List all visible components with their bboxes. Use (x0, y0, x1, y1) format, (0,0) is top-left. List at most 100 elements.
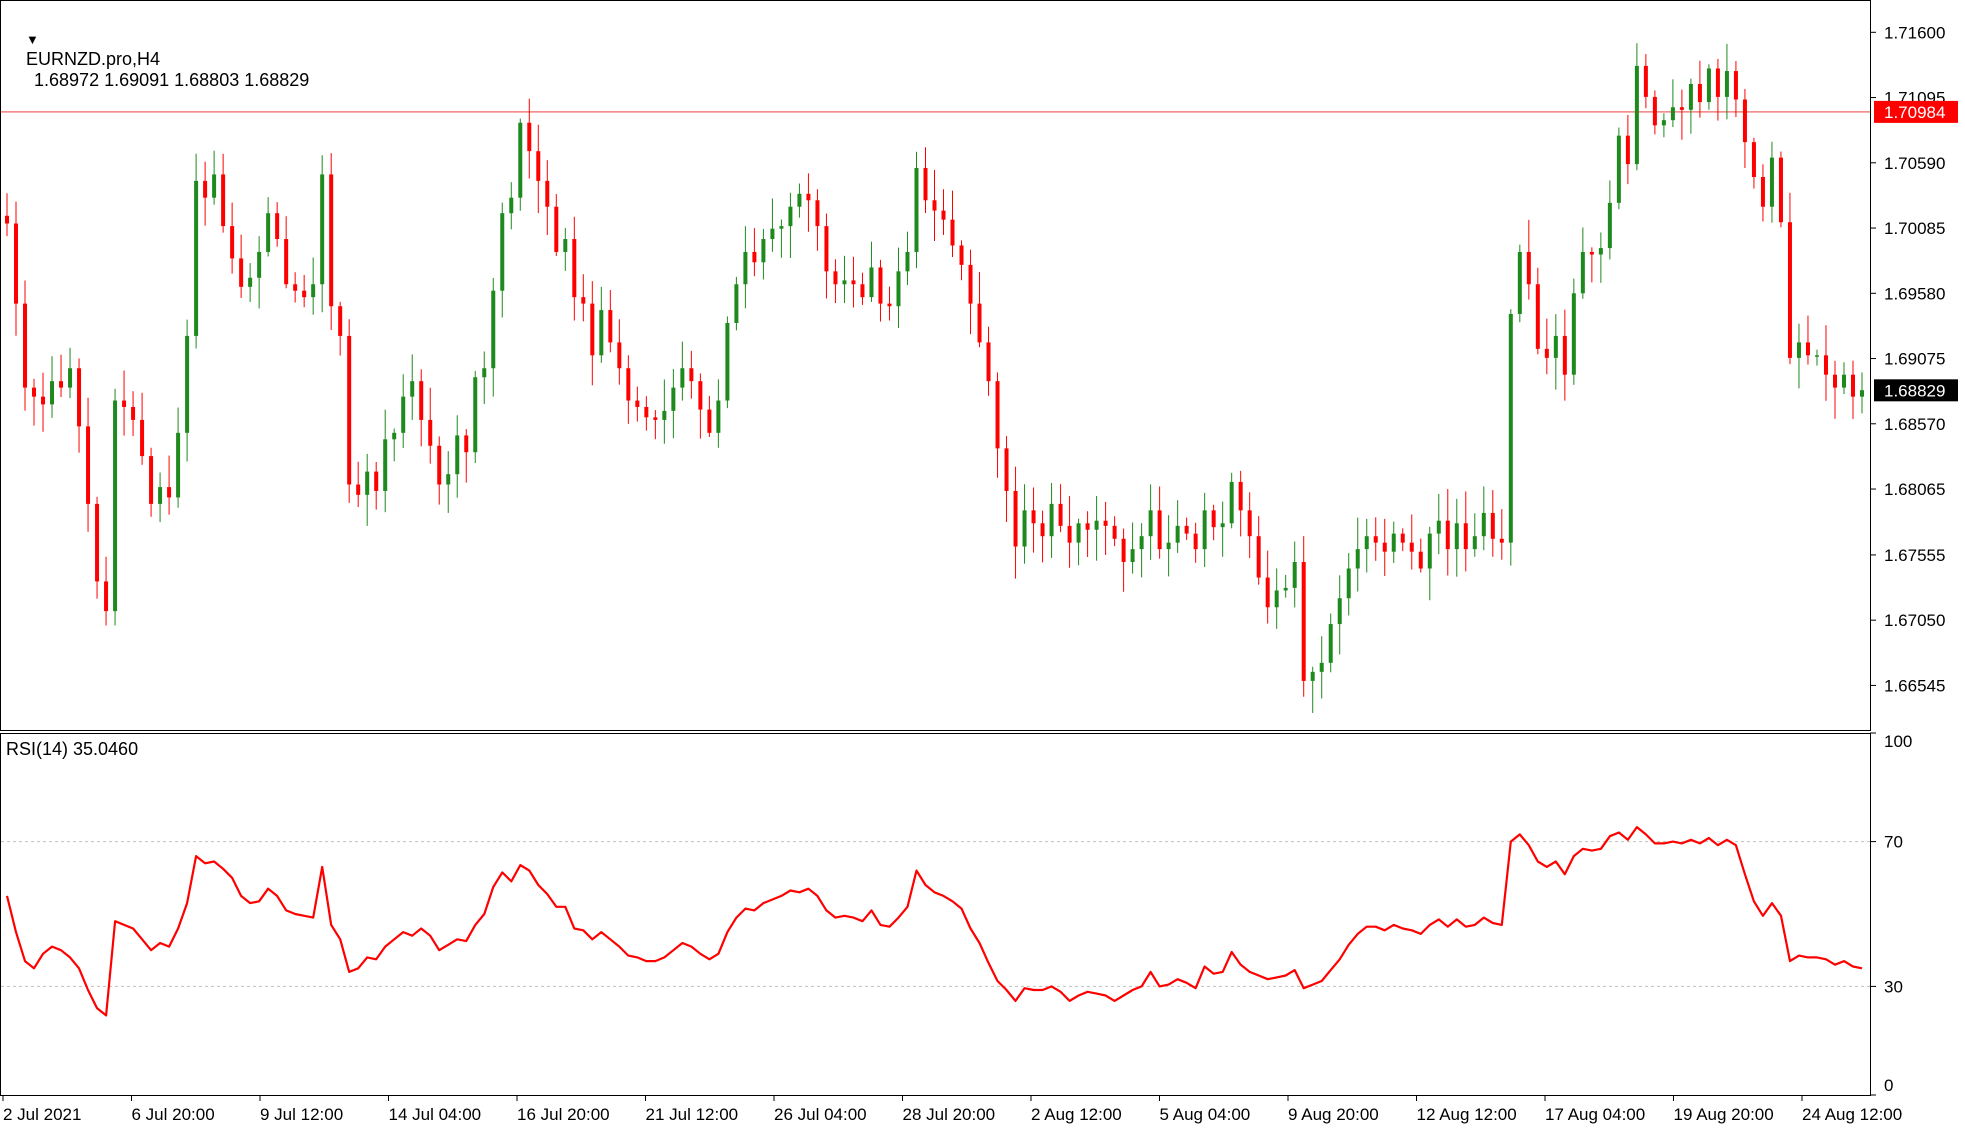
bull-candle (1607, 202, 1612, 249)
time-tick-label: 24 Aug 12:00 (1802, 1105, 1902, 1124)
bull-candle (113, 400, 118, 612)
bear-candle (950, 219, 955, 246)
bear-candle (1832, 374, 1837, 388)
bear-candle (815, 200, 820, 227)
bear-candle (41, 396, 46, 405)
bear-candle (653, 417, 658, 420)
bear-candle (878, 267, 883, 304)
bear-candle (617, 342, 622, 369)
symbol-label: EURNZD.pro,H4 (26, 49, 161, 69)
bull-candle (1706, 68, 1711, 103)
rsi-panel-frame (0, 733, 1871, 1096)
bear-candle (1463, 523, 1468, 550)
bear-candle (1193, 533, 1198, 550)
bull-candle (1553, 335, 1558, 358)
rsi-tick-label: 100 (1884, 732, 1912, 751)
bull-candle (563, 239, 568, 252)
bear-candle (293, 284, 298, 291)
bear-candle (1787, 222, 1792, 358)
bull-candle (185, 335, 190, 433)
price-tick-label: 1.70590 (1884, 154, 1945, 173)
bear-candle (527, 122, 532, 152)
bear-candle (1589, 251, 1594, 255)
bear-candle (968, 264, 973, 304)
bull-candle (671, 387, 676, 411)
bear-candle (14, 223, 19, 304)
bear-candle (122, 400, 127, 407)
bull-candle (797, 193, 802, 207)
bull-candle (1688, 83, 1693, 110)
bull-candle (1724, 71, 1729, 97)
bull-candle (1148, 510, 1153, 537)
bear-candle (932, 200, 937, 211)
bull-candle (770, 228, 775, 240)
time-tick-label: 9 Aug 20:00 (1288, 1105, 1379, 1124)
bull-candle (599, 310, 604, 356)
bear-candle (1409, 542, 1414, 552)
bear-candle (338, 306, 343, 336)
bear-candle (428, 419, 433, 446)
bull-candle (1860, 390, 1864, 397)
bear-candle (77, 368, 82, 427)
bull-candle (1517, 251, 1522, 314)
chart-canvas[interactable]: 1.716001.710951.705901.700851.695801.690… (0, 0, 1965, 1124)
bull-candle (1166, 542, 1171, 550)
bear-candle (284, 239, 289, 285)
bull-candle (365, 471, 370, 495)
bear-candle (806, 193, 811, 201)
rsi-axis: 100 70 30 0 (1870, 732, 1912, 1096)
bear-candle (464, 435, 469, 453)
bull-candle (212, 174, 217, 198)
price-tick-label: 1.68570 (1884, 415, 1945, 434)
bull-candle (509, 197, 514, 214)
level-price-tag-label: 1.70984 (1884, 103, 1945, 122)
bull-candle (1355, 549, 1360, 569)
bear-candle (1733, 71, 1738, 100)
bull-candle (680, 368, 685, 388)
bear-candle (1850, 374, 1855, 397)
bull-candle (1454, 523, 1459, 550)
time-tick-label: 5 Aug 04:00 (1160, 1105, 1251, 1124)
bear-candle (1823, 355, 1828, 375)
bull-candle (869, 267, 874, 298)
rsi-plot (1, 825, 1870, 1017)
bear-candle (1652, 96, 1657, 126)
bull-candle (1814, 355, 1819, 357)
bull-candle (1634, 65, 1639, 165)
bull-candle (1346, 568, 1351, 599)
bull-candle (1319, 662, 1324, 672)
bear-candle (644, 406, 649, 418)
bull-candle (518, 122, 523, 198)
time-axis: 2 Jul 2021 6 Jul 20:00 9 Jul 12:00 14 Jul 0… (2, 1095, 1902, 1124)
bull-candle (1337, 598, 1342, 625)
bear-candle (689, 368, 694, 382)
time-tick-label: 12 Aug 12:00 (1417, 1105, 1517, 1124)
bull-candle (1841, 374, 1846, 388)
price-tick-label: 1.69580 (1884, 284, 1945, 303)
bear-candle (752, 251, 757, 263)
bear-candle (1679, 107, 1684, 110)
time-tick-label: 9 Jul 12:00 (260, 1105, 343, 1124)
price-tick-label: 1.68065 (1884, 480, 1945, 499)
bear-candle (545, 180, 550, 207)
bull-candle (1472, 536, 1477, 550)
bear-candle (1103, 520, 1108, 526)
bear-candle (959, 245, 964, 265)
bear-candle (608, 310, 613, 343)
bear-candle (221, 174, 226, 227)
bull-candle (1616, 135, 1621, 203)
down-triangle-icon[interactable]: ▼ (26, 32, 39, 47)
bear-candle (1562, 335, 1567, 375)
price-tick-label: 1.66545 (1884, 676, 1945, 695)
bear-candle (1760, 177, 1765, 207)
bull-candle (842, 280, 847, 285)
bear-candle (977, 303, 982, 343)
rsi-series-line (5, 825, 1863, 1017)
bull-candle (725, 323, 730, 401)
bull-candle (1571, 293, 1576, 375)
bear-candle (1400, 533, 1405, 543)
bear-candle (5, 215, 9, 224)
bear-candle (1013, 490, 1018, 547)
bear-candle (1373, 536, 1378, 543)
bull-candle (1769, 157, 1774, 207)
